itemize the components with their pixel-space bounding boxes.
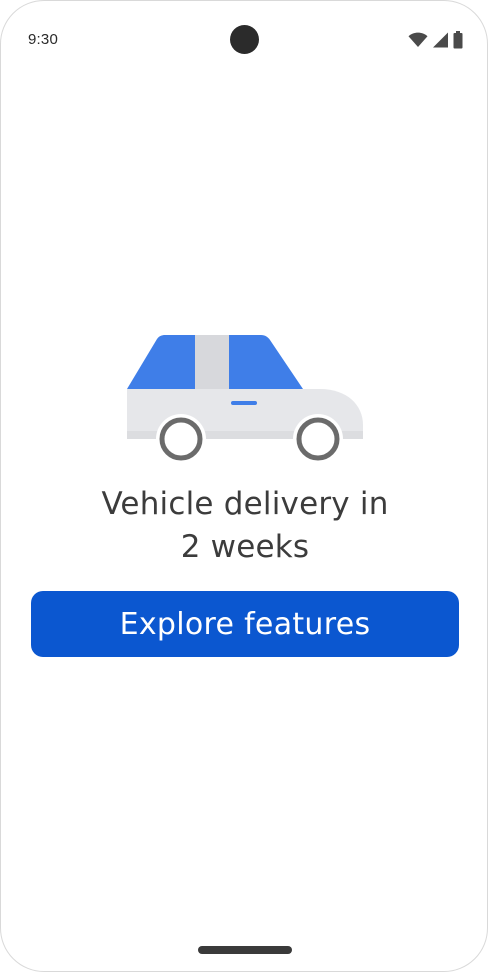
wifi-icon [408,32,428,48]
car-icon [127,335,363,464]
status-bar: 9:30 [1,1,487,81]
status-time: 9:30 [28,31,58,48]
device-screen: 9:30 Vehicle delivery in 2 weeks Explore… [0,0,488,972]
explore-features-button[interactable]: Explore features [31,591,459,657]
delivery-headline: Vehicle delivery in 2 weeks [41,483,449,569]
gesture-nav-handle[interactable] [198,946,292,954]
battery-icon [453,31,463,49]
headline-line-2: 2 weeks [180,529,310,565]
headline-line-1: Vehicle delivery in [101,486,389,522]
car-illustration [125,333,365,464]
cellular-signal-icon [432,32,449,48]
status-icons [408,31,463,49]
camera-cutout [230,25,259,54]
